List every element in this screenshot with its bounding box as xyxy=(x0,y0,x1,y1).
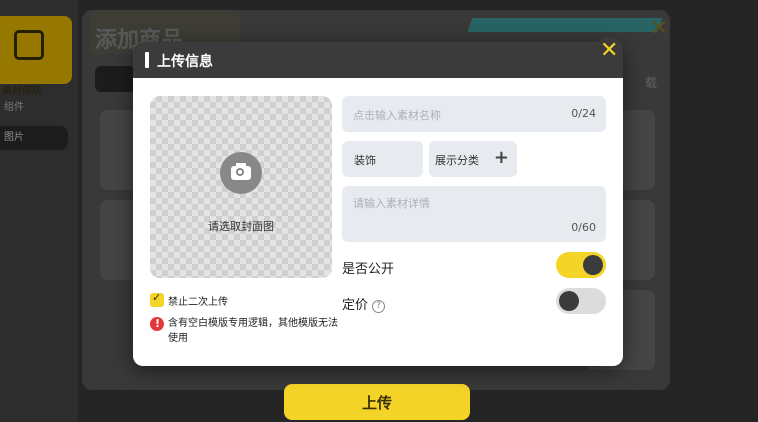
title-accent-bar xyxy=(145,52,149,68)
close-button[interactable]: ✕ xyxy=(595,37,623,65)
upload-info-dialog: 上传信息 请选取封面图 点击输入素材名称 0/24 装饰 展示分类 + 请输入素… xyxy=(133,42,623,366)
no-reupload-checkbox[interactable]: ✓ xyxy=(150,291,164,307)
dialog-header: 上传信息 xyxy=(133,42,623,78)
dialog-title: 上传信息 xyxy=(157,54,213,70)
display-category-button[interactable]: 展示分类 + xyxy=(429,141,517,177)
toggle-knob xyxy=(583,255,603,275)
camera-icon xyxy=(220,152,262,194)
public-toggle[interactable] xyxy=(556,252,606,278)
public-label: 是否公开 xyxy=(342,262,395,277)
warning-icon: ! xyxy=(150,317,164,331)
price-row: 定价? xyxy=(342,294,386,313)
toggle-knob xyxy=(559,291,579,311)
cover-picker-label: 请选取封面图 xyxy=(208,220,274,233)
help-icon[interactable]: ? xyxy=(372,300,386,313)
price-label: 定价 xyxy=(342,298,369,313)
name-char-counter: 0/24 xyxy=(571,107,596,120)
tag-value: 装饰 xyxy=(354,154,376,167)
close-icon: ✕ xyxy=(600,38,619,63)
cover-image-picker[interactable]: 请选取封面图 xyxy=(150,96,332,278)
no-reupload-label: 禁止二次上传 xyxy=(168,297,228,308)
detail-placeholder: 请输入素材详情 xyxy=(353,197,430,210)
upload-button[interactable]: 上传 xyxy=(284,384,470,420)
warning-text: 含有空白模版专用逻辑，其他模版无法使用 xyxy=(168,318,338,344)
plus-icon: + xyxy=(493,147,509,168)
material-detail-input[interactable]: 请输入素材详情 0/60 xyxy=(342,186,606,242)
detail-char-counter: 0/60 xyxy=(571,221,596,234)
tag-field[interactable]: 装饰 xyxy=(342,141,423,177)
name-placeholder: 点击输入素材名称 xyxy=(353,109,441,122)
material-name-input[interactable]: 点击输入素材名称 0/24 xyxy=(342,96,606,132)
check-icon: ✓ xyxy=(152,291,162,304)
price-toggle[interactable] xyxy=(556,288,606,314)
category-label: 展示分类 xyxy=(435,154,479,167)
